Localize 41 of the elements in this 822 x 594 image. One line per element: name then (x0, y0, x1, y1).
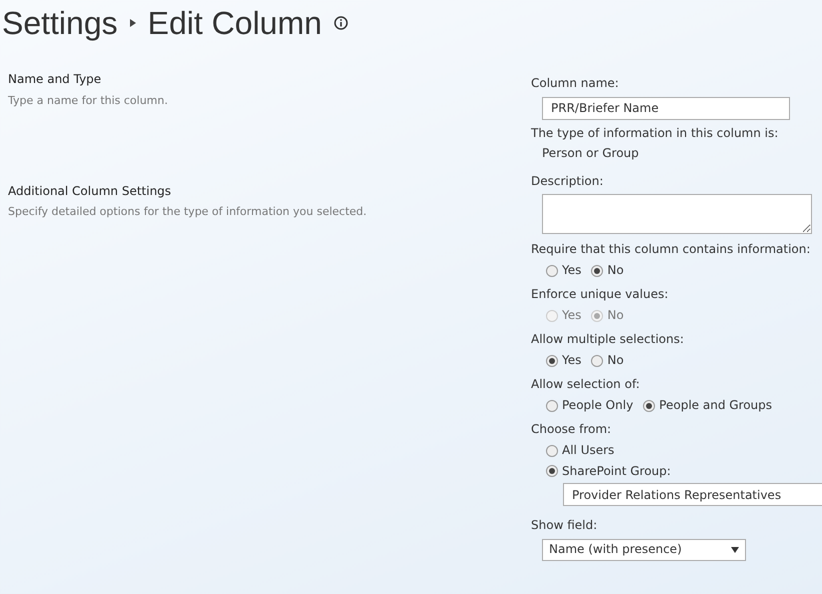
radio-option: No (591, 308, 624, 324)
radio-option[interactable]: People and Groups (643, 398, 772, 414)
radio-option[interactable]: Yes (546, 353, 582, 369)
info-icon[interactable] (334, 16, 348, 30)
caret-icon (731, 546, 739, 553)
radio-button[interactable] (591, 354, 604, 367)
field-label: Show field: (531, 518, 598, 534)
field-label: Column name: (531, 76, 620, 92)
radio-option[interactable]: All Users (546, 442, 614, 458)
field-label: Allow selection of: (531, 377, 641, 393)
breadcrumb-arrow-icon (130, 19, 136, 27)
section-description: Specify detailed options for the type of information you selected. (8, 205, 368, 220)
page-title: Edit Column (148, 7, 322, 39)
radio-button[interactable] (546, 400, 558, 412)
radio-option[interactable]: No (591, 263, 624, 279)
radio-button[interactable] (546, 264, 558, 277)
text-field[interactable]: PRR/Briefer Name (542, 96, 790, 120)
section-heading: Name and Type (8, 72, 102, 88)
radio-button[interactable] (643, 400, 656, 412)
radio-button[interactable] (546, 465, 558, 478)
field-value: Person or Group (542, 146, 640, 162)
radio-button[interactable] (591, 264, 604, 277)
text-field[interactable]: Provider Relations Representatives (563, 483, 822, 506)
radio-option: Yes (546, 308, 582, 324)
field-label: The type of information in this column is: (531, 126, 780, 142)
radio-option[interactable]: SharePoint Group: (546, 464, 671, 480)
radio-option[interactable]: People Only (546, 398, 634, 414)
radio-option[interactable]: Yes (546, 262, 582, 279)
field-label: Require that this column contains information: (531, 242, 812, 258)
section-description: Type a name for this column. (8, 94, 169, 108)
field-label: Choose from: (531, 422, 612, 438)
breadcrumb-link[interactable]: Settings (2, 7, 118, 39)
field-label: Allow multiple selections: (531, 332, 685, 348)
field-label: Description: (531, 174, 604, 190)
dropdown[interactable]: Name (with presence) (542, 538, 746, 561)
radio-button[interactable] (546, 354, 558, 367)
radio-option[interactable]: No (591, 352, 624, 369)
section-heading: Additional Column Settings (8, 184, 172, 200)
description-field[interactable] (542, 194, 812, 234)
field-label: Enforce unique values: (531, 287, 670, 303)
radio-button[interactable] (546, 444, 558, 457)
